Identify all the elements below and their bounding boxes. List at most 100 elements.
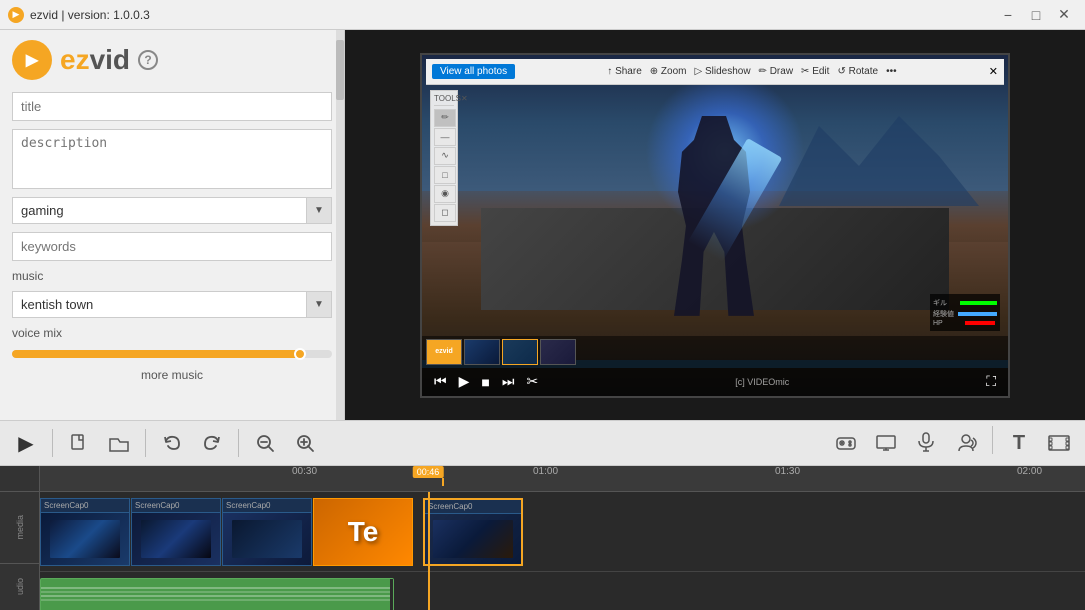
maximize-button[interactable]: □ <box>1023 5 1049 25</box>
stat-label-2: 経験値 <box>933 309 956 319</box>
new-file-button[interactable] <box>61 426 97 460</box>
undo-button[interactable] <box>154 426 190 460</box>
photo-viewer-close[interactable]: ✕ <box>989 65 998 78</box>
view-all-photos-button[interactable]: View all photos <box>432 64 515 79</box>
help-button[interactable]: ? <box>138 50 158 70</box>
zoom-out-button[interactable] <box>247 426 283 460</box>
audio-bar-main[interactable] <box>40 578 394 610</box>
share-tool[interactable]: ↑ Share <box>607 66 641 77</box>
category-select[interactable]: gaming education entertainment howto new… <box>12 197 332 224</box>
clip-2[interactable]: ScreenCap0 <box>131 498 221 566</box>
clip-4-active[interactable]: ScreenCap0 <box>423 498 523 566</box>
rotate-tool[interactable]: ↺ Rotate <box>837 66 878 77</box>
window-title: ezvid | version: 1.0.0.3 <box>30 8 150 22</box>
stat-label-1: ギル <box>933 298 958 308</box>
minimize-button[interactable]: − <box>995 5 1021 25</box>
tool-fill[interactable]: ◉ <box>434 185 456 203</box>
close-button[interactable]: ✕ <box>1051 5 1077 25</box>
stat-row-3: HP <box>933 320 997 327</box>
title-input[interactable] <box>12 92 332 121</box>
redo-button[interactable] <box>194 426 230 460</box>
thumb-1[interactable] <box>464 339 500 365</box>
fullscreen-button[interactable]: ⛶ <box>982 373 1000 390</box>
cut-button[interactable]: ✂ <box>522 373 542 390</box>
tool-pencil[interactable]: ✏ <box>434 109 456 127</box>
voice-mix-slider[interactable] <box>12 350 332 358</box>
stop-button[interactable]: ■ <box>477 374 493 390</box>
stat-row-1: ギル <box>933 298 997 308</box>
tool-eraser[interactable]: ◻ <box>434 204 456 222</box>
media-label-text: media <box>15 515 25 540</box>
more-music-label[interactable]: more music <box>12 368 332 382</box>
clip-3[interactable]: ScreenCap0 <box>222 498 312 566</box>
clip-4-thumb <box>425 514 521 564</box>
audio-track[interactable] <box>40 572 1085 610</box>
text-clip[interactable]: Te <box>313 498 413 566</box>
left-panel-scrollbar[interactable] <box>336 30 344 420</box>
gamepad-button[interactable] <box>828 426 864 460</box>
screen-capture-button[interactable] <box>868 426 904 460</box>
text-clip-content: Te <box>348 516 379 548</box>
preview-controls: ⏮ ▶ ■ ⏭ ✂ [c] VIDEOmic ⛶ <box>422 368 1008 396</box>
toolbar-right: T <box>828 426 1077 460</box>
divider-1 <box>52 429 53 457</box>
next-button[interactable]: ⏭ <box>498 373 519 390</box>
more-tool[interactable]: ••• <box>886 66 897 77</box>
window-controls: − □ ✕ <box>995 5 1077 25</box>
play-button[interactable]: ▶ <box>455 373 474 390</box>
clip-4-preview <box>433 520 513 558</box>
clip-2-header: ScreenCap0 <box>132 499 220 513</box>
text-button[interactable]: T <box>1001 426 1037 460</box>
music-label: music <box>12 269 332 283</box>
logo-vid: vid <box>90 44 130 75</box>
microphone-button[interactable] <box>908 426 944 460</box>
thumb-ezvid[interactable]: ezvid <box>426 339 462 365</box>
voice-mix-label: voice mix <box>12 326 332 340</box>
slider-thumb[interactable] <box>294 348 306 360</box>
tool-curve[interactable]: ∿ <box>434 147 456 165</box>
playhead-time-label: 00:46 <box>413 466 444 478</box>
preview-area: ギル 経験値 HP View all photos <box>345 30 1085 420</box>
slideshow-tool[interactable]: ▷ Slideshow <box>694 66 750 77</box>
track-content-area[interactable]: ScreenCap0 ScreenCap0 <box>40 492 1085 610</box>
tools-close[interactable]: ✕ <box>461 94 468 103</box>
app-icon: ▶ <box>8 7 24 23</box>
scrollbar-thumb[interactable] <box>336 40 344 100</box>
left-panel: ▶ ezvid ? gaming education entertainment… <box>0 30 345 420</box>
prev-button[interactable]: ⏮ <box>430 373 451 390</box>
voice-button[interactable] <box>948 426 984 460</box>
play-button[interactable]: ▶ <box>8 426 44 460</box>
edit-tool[interactable]: ✂ Edit <box>801 66 829 77</box>
ruler-content[interactable]: 00:30 01:00 01:30 02:00 00:46 <box>40 466 1085 491</box>
open-file-button[interactable] <box>101 426 137 460</box>
stats-overlay: ギル 経験値 HP <box>930 294 1000 331</box>
track-labels: media udio <box>0 492 40 610</box>
window-close-area: ✕ <box>989 65 998 78</box>
preview-window: ギル 経験値 HP View all photos <box>420 53 1010 398</box>
clip-1[interactable]: ScreenCap0 <box>40 498 130 566</box>
divider-4 <box>992 426 993 454</box>
tool-line[interactable]: — <box>434 128 456 146</box>
music-select[interactable]: kentish town <box>12 291 332 318</box>
time-marker-0200: 02:00 <box>1017 466 1042 477</box>
zoom-tool[interactable]: ⊕ Zoom <box>650 66 687 77</box>
thumb-2[interactable] <box>502 339 538 365</box>
clip-1-preview <box>50 520 120 558</box>
tools-header: TOOLS✕ <box>434 94 454 106</box>
clip-4-header: ScreenCap0 <box>425 500 521 514</box>
playhead-indicator: 00:46 <box>428 466 459 486</box>
zoom-in-button[interactable] <box>287 426 323 460</box>
keywords-input[interactable] <box>12 232 332 261</box>
thumb-3[interactable] <box>540 339 576 365</box>
title-bar: ▶ ezvid | version: 1.0.0.3 − □ ✕ <box>0 0 1085 30</box>
mountains <box>779 106 979 206</box>
media-track[interactable]: ScreenCap0 ScreenCap0 <box>40 492 1085 572</box>
ruler-offset <box>0 466 40 491</box>
film-button[interactable] <box>1041 426 1077 460</box>
tool-shape[interactable]: □ <box>434 166 456 184</box>
stat-bar-2 <box>958 312 997 316</box>
slider-fill <box>12 350 300 358</box>
toolbar: ▶ T <box>0 420 1085 466</box>
description-input[interactable] <box>12 129 332 189</box>
draw-tool[interactable]: ✏ Draw <box>759 66 794 77</box>
